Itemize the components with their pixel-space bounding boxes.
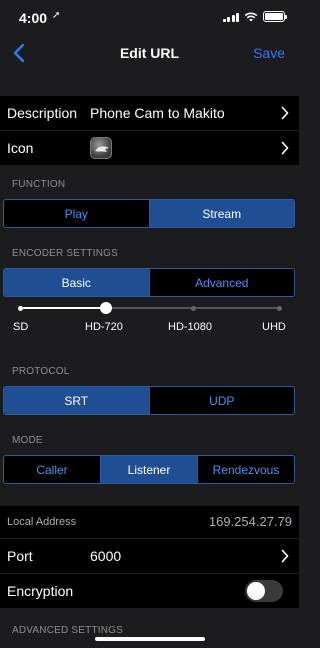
port-label: Port [7,548,33,564]
slider-stop [277,305,282,311]
local-address-value: 169.254.27.79 [208,514,292,529]
segment-srt[interactable]: SRT [4,387,149,414]
cellular-signal-icon [222,12,239,22]
segment-caller[interactable]: Caller [4,456,100,483]
segment-basic[interactable]: Basic [4,269,149,296]
slider-stop [191,305,196,311]
slider-stop [18,305,23,311]
status-icons [222,11,287,22]
encryption-row: Encryption [0,574,299,608]
function-segmented-control: Play Stream [3,199,295,228]
chevron-right-icon [281,141,289,155]
protocol-segmented-control: SRT UDP [3,386,295,415]
quality-label-hd1080: HD-1080 [168,321,213,333]
local-address-row: Local Address 169.254.27.79 [0,506,299,538]
function-section-header: FUNCTION [12,179,66,190]
local-address-label: Local Address [7,516,77,528]
battery-icon [263,11,287,22]
mode-segmented-control: Caller Listener Rendezvous [3,455,295,484]
port-row[interactable]: Port 6000 [0,539,299,573]
wifi-icon [244,11,258,21]
chevron-right-icon [281,549,289,563]
encoder-section-header: ENCODER SETTINGS [12,248,118,259]
save-button[interactable]: Save [253,45,285,61]
segment-udp[interactable]: UDP [148,387,295,414]
segment-rendezvous[interactable]: Rendezvous [197,456,294,483]
encryption-label: Encryption [7,583,74,599]
icon-label: Icon [7,140,34,156]
toggle-knob [247,582,265,600]
encryption-toggle[interactable] [245,580,283,602]
quality-slider[interactable] [18,302,282,314]
quality-label-uhd: UHD [262,321,286,333]
quality-slider-thumb[interactable] [100,302,112,314]
quality-label-hd720: HD-720 [85,321,123,333]
segment-advanced[interactable]: Advanced [148,269,295,296]
encoder-segmented-control: Basic Advanced [3,268,295,297]
advanced-section-header: ADVANCED SETTINGS [12,625,124,636]
quality-label-sd: SD [13,321,29,333]
protocol-section-header: PROTOCOL [12,366,70,377]
mode-section-header: MODE [12,435,43,446]
icon-row[interactable]: Icon [0,131,299,165]
status-time: 4:00 [19,10,48,26]
home-indicator[interactable] [95,637,205,641]
description-row[interactable]: Description Phone Cam to Makito [0,96,299,130]
port-value: 6000 [90,548,122,564]
segment-listener[interactable]: Listener [100,456,197,483]
segment-stream[interactable]: Stream [148,200,294,227]
quality-slider-fill [20,307,106,309]
status-bar: 4:00 ➚ [0,0,299,38]
chevron-right-icon [281,106,289,120]
navigation-bar: Edit URL Save [0,38,299,70]
description-value: Phone Cam to Makito [90,105,225,121]
segment-play[interactable]: Play [4,200,149,227]
description-label: Description [7,105,78,121]
shark-app-icon [90,137,112,159]
location-icon: ➚ [52,10,61,21]
